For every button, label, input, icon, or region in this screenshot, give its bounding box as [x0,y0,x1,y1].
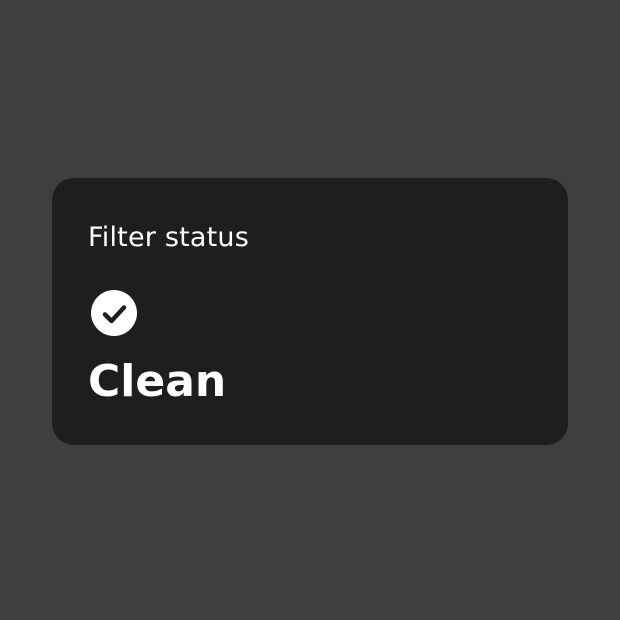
filter-status-card[interactable]: Filter status Clean [52,178,568,445]
screen: Filter status Clean [0,0,620,620]
card-title: Filter status [88,222,250,253]
check-circle-icon [91,290,137,336]
status-value: Clean [88,356,227,407]
